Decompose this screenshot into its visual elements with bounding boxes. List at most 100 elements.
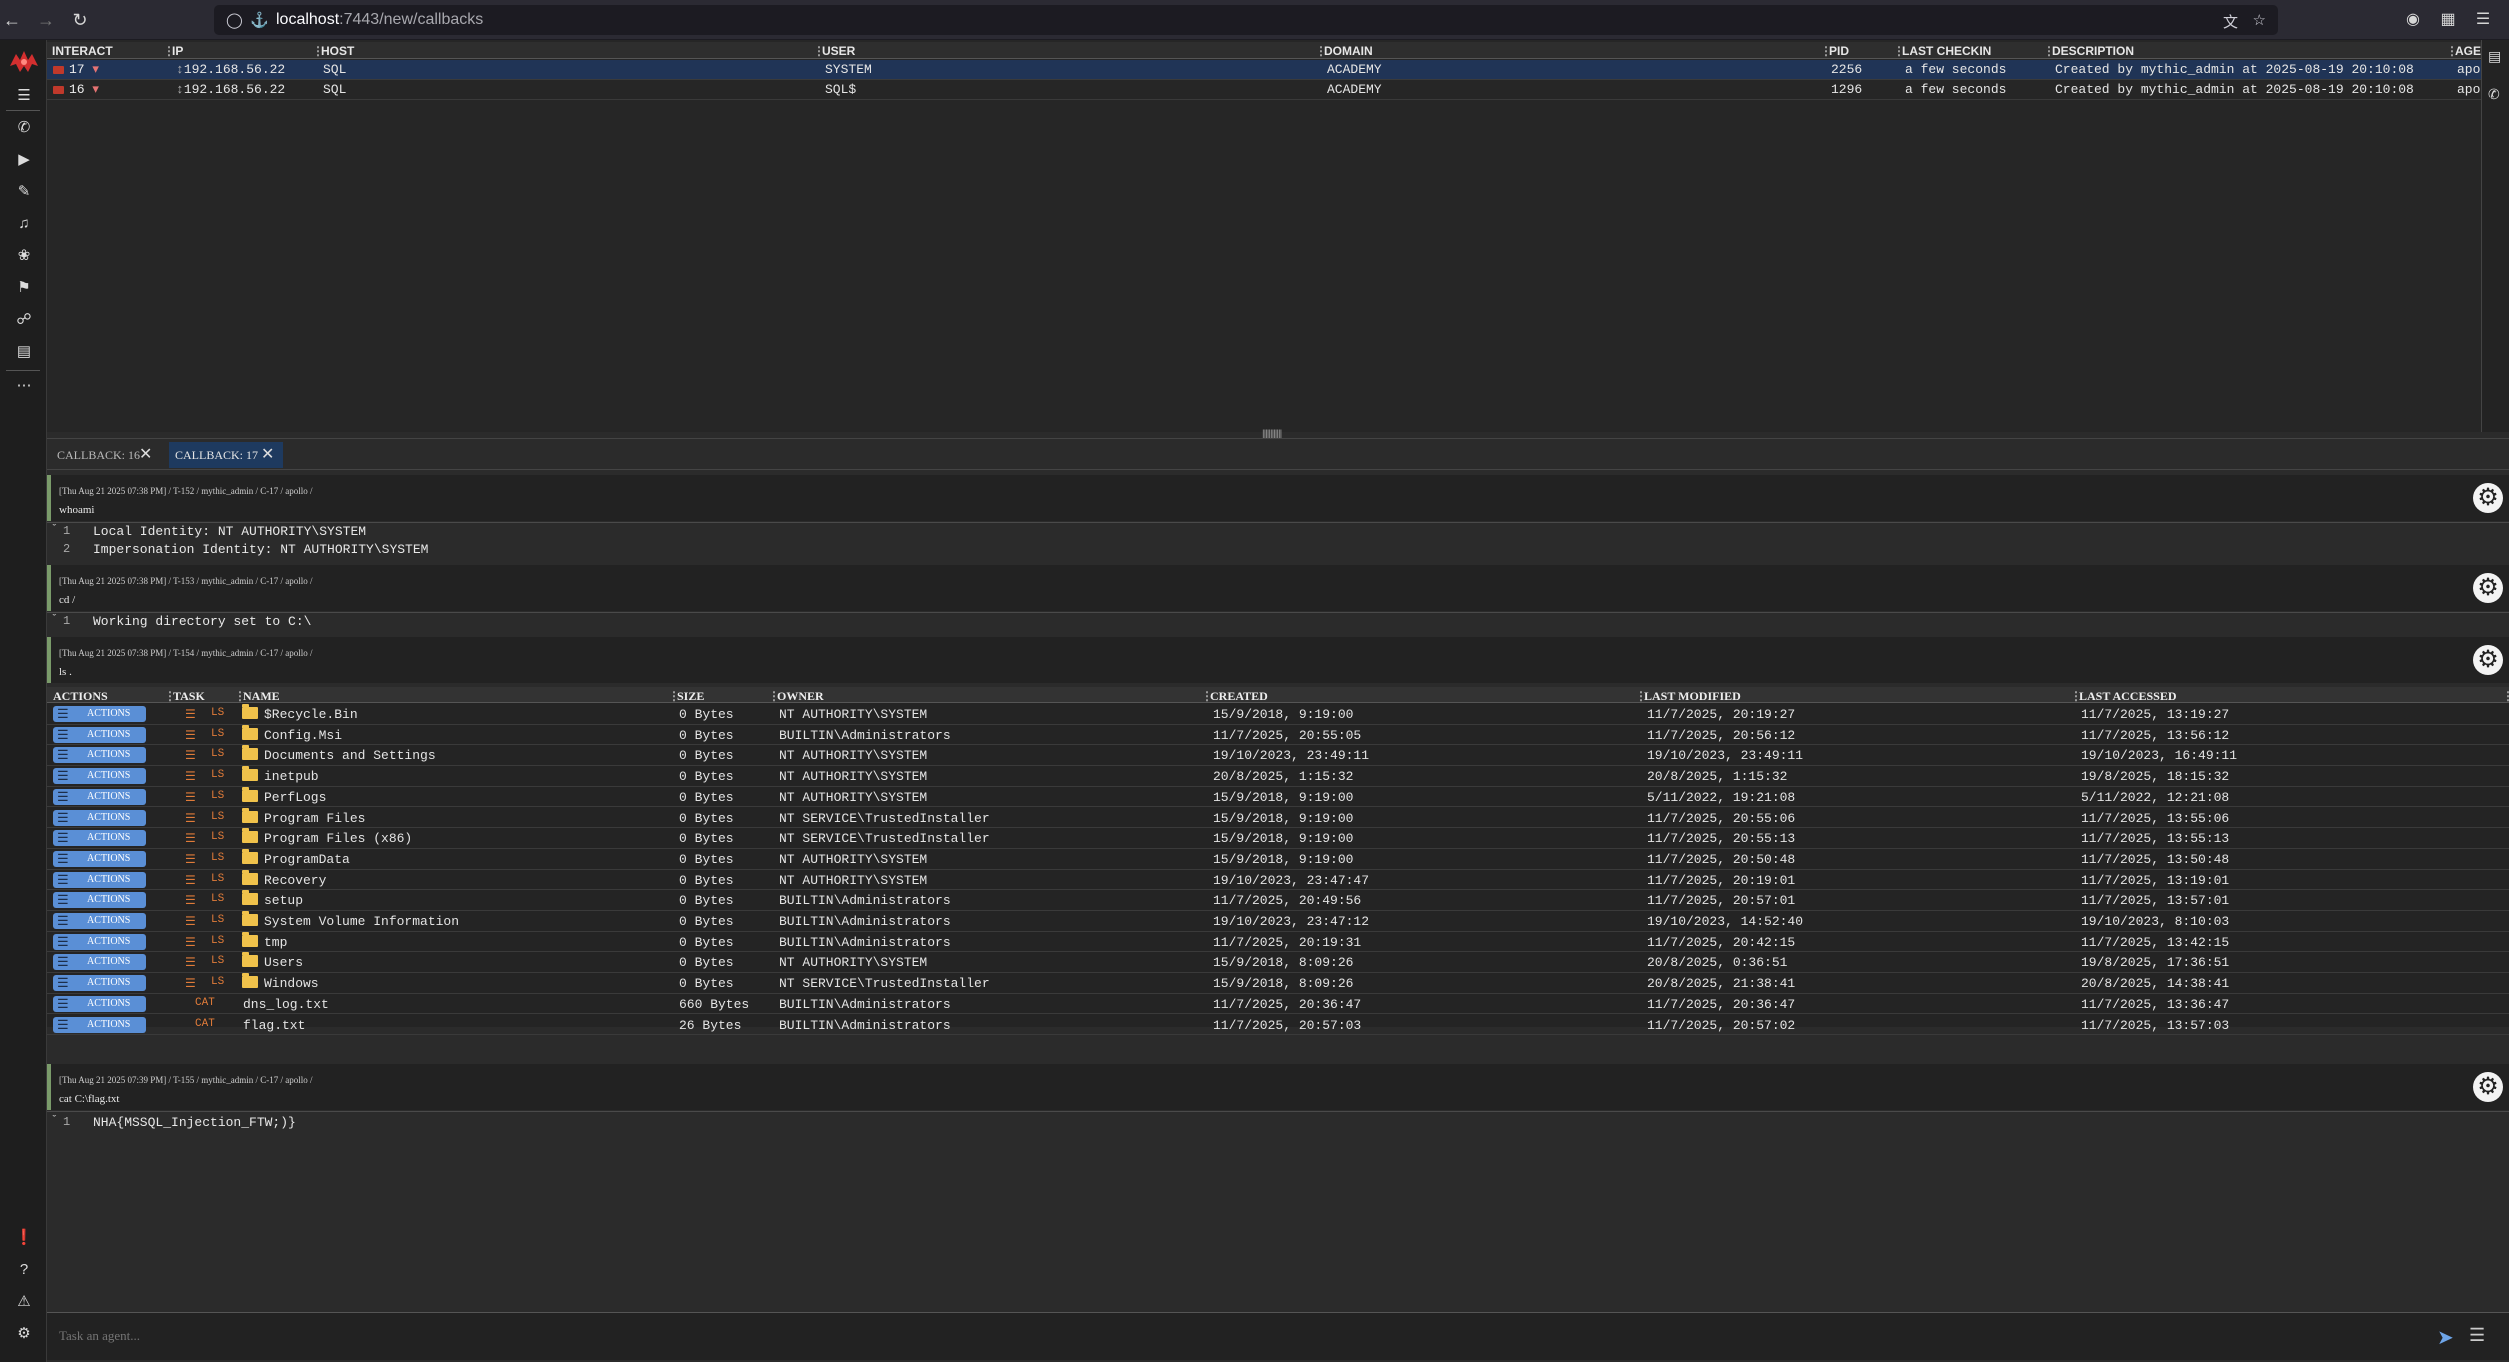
menu-icon[interactable]: ☰ — [2472, 9, 2494, 31]
dropdown-icon[interactable]: ▾ — [92, 62, 99, 77]
col-created[interactable]: CREATED — [1210, 689, 1268, 704]
task-type[interactable]: LS — [211, 873, 224, 885]
chart-icon[interactable]: ▤ — [2488, 48, 2501, 65]
back-icon[interactable]: ← — [0, 8, 24, 32]
file-name[interactable]: ProgramData — [264, 852, 350, 867]
more-icon[interactable]: ⋯ — [14, 376, 34, 396]
tab-callback-16[interactable]: CALLBACK: 16 ✕ — [51, 442, 161, 468]
col-user[interactable]: USER — [822, 44, 855, 58]
file-name[interactable]: PerfLogs — [264, 790, 326, 805]
callback-row[interactable]: 17 ▾ ↕192.168.56.22 SQL SYSTEM ACADEMY 2… — [47, 60, 2509, 80]
file-name[interactable]: Program Files — [264, 811, 365, 826]
file-name[interactable]: System Volume Information — [264, 914, 459, 929]
file-row[interactable]: ☰ ACTIONS CAT flag.txt 26 Bytes BUILTIN\Admin… — [47, 1015, 2509, 1036]
mythic-logo-icon[interactable] — [8, 48, 40, 78]
hamburger-menu-icon[interactable]: ☰ — [14, 86, 34, 106]
col-ip[interactable]: IP — [172, 44, 183, 58]
send-icon[interactable]: ➤ — [2437, 1325, 2454, 1350]
url-text[interactable]: localhost:7443/new/callbacks — [276, 11, 483, 29]
file-name[interactable]: dns_log.txt — [243, 997, 329, 1012]
task-list-icon[interactable]: ☰ — [185, 955, 196, 970]
col-interact[interactable]: INTERACT — [52, 44, 113, 58]
pencil-icon[interactable]: ✎ — [14, 182, 34, 202]
file-row[interactable]: ☰ ACTIONS ☰ LS Users 0 Bytes NT AUTHORITY\SYST… — [47, 952, 2509, 974]
file-row[interactable]: ☰ ACTIONS ☰ LS inetpub 0 Bytes NT AUTHORITY\SY… — [47, 766, 2509, 787]
task-type[interactable]: LS — [211, 811, 224, 823]
task-header[interactable]: [Thu Aug 21 2025 07:38 PM] / T-153 / myt… — [47, 565, 2509, 611]
actions-button[interactable]: ☰ ACTIONS — [53, 975, 146, 992]
dropdown-icon[interactable]: ▾ — [92, 82, 99, 97]
files-icon[interactable]: ▤ — [14, 342, 34, 362]
task-type[interactable]: LS — [211, 955, 224, 967]
task-type[interactable]: LS — [211, 914, 224, 926]
file-name[interactable]: tmp — [264, 935, 287, 950]
file-name[interactable]: inetpub — [264, 769, 319, 784]
task-settings-icon[interactable]: ⚙ — [2473, 645, 2503, 675]
kill-callback-icon[interactable] — [53, 85, 64, 94]
bug-icon[interactable]: ❀ — [14, 246, 34, 266]
actions-button[interactable]: ☰ ACTIONS — [53, 995, 146, 1012]
interact-cell[interactable]: 16 ▾ — [53, 82, 99, 97]
col-name[interactable]: NAME — [243, 689, 280, 704]
file-name[interactable]: Windows — [264, 976, 319, 991]
task-list-icon[interactable]: ☰ — [185, 976, 196, 991]
actions-button[interactable]: ☰ ACTIONS — [53, 830, 146, 847]
actions-button[interactable]: ☰ ACTIONS — [53, 726, 146, 743]
task-type[interactable]: LS — [211, 852, 224, 864]
task-type[interactable]: LS — [211, 748, 224, 760]
file-row[interactable]: ☰ ACTIONS ☰ LS Program Files 0 Bytes NT SERVIC… — [47, 807, 2509, 829]
file-row[interactable]: ☰ ACTIONS ☰ LS $Recycle.Bin 0 Bytes NT AUTHORI… — [47, 704, 2509, 725]
task-list-icon[interactable]: ☰ — [185, 707, 196, 722]
task-header[interactable]: [Thu Aug 21 2025 07:38 PM] / T-154 / myt… — [47, 637, 2509, 683]
headphones-icon[interactable]: ♫ — [14, 214, 34, 234]
file-name[interactable]: Documents and Settings — [264, 748, 436, 763]
actions-button[interactable]: ☰ ACTIONS — [53, 768, 146, 785]
file-name[interactable]: $Recycle.Bin — [264, 707, 358, 722]
feedback-icon[interactable]: ❗ — [14, 1228, 34, 1248]
task-list-icon[interactable]: ☰ — [185, 748, 196, 763]
forward-icon[interactable]: → — [34, 8, 58, 32]
flag-icon[interactable]: ⚑ — [14, 278, 34, 298]
task-list-icon[interactable]: ☰ — [185, 873, 196, 888]
file-row[interactable]: ☰ ACTIONS ☰ LS Config.Msi 0 Bytes BUILTIN\Admi… — [47, 724, 2509, 746]
task-type[interactable]: LS — [211, 769, 224, 781]
help-icon[interactable]: ? — [14, 1260, 34, 1280]
task-list-icon[interactable]: ☰ — [185, 728, 196, 743]
col-last-checkin[interactable]: LAST CHECKIN — [1902, 44, 1991, 58]
bookmark-star-icon[interactable]: ☆ — [2253, 11, 2266, 29]
task-list-icon[interactable]: ☰ — [185, 831, 196, 846]
alert-bell-icon[interactable]: ⚠ — [14, 1292, 34, 1312]
col-pid[interactable]: PID — [1829, 44, 1849, 58]
task-list-icon[interactable]: ☰ — [185, 790, 196, 805]
tab-callback-17[interactable]: CALLBACK: 17 ✕ — [169, 442, 283, 468]
col-host[interactable]: HOST — [321, 44, 354, 58]
task-type[interactable]: LS — [211, 790, 224, 802]
lock-icon[interactable]: ⚓ — [250, 11, 269, 29]
actions-button[interactable]: ☰ ACTIONS — [53, 871, 146, 888]
task-type[interactable]: LS — [211, 831, 224, 843]
kill-callback-icon[interactable] — [53, 65, 64, 74]
task-list-icon[interactable]: ☰ — [185, 769, 196, 784]
col-actions[interactable]: ACTIONS — [53, 689, 108, 704]
reload-icon[interactable]: ↻ — [68, 8, 92, 32]
task-list-icon[interactable]: ☰ — [185, 935, 196, 950]
collapse-icon[interactable]: ˇ — [51, 1115, 58, 1127]
file-row[interactable]: ☰ ACTIONS ☰ LS Program Files (x86) 0 Bytes NT … — [47, 828, 2509, 849]
sort-icon[interactable]: ↕ — [176, 62, 184, 77]
column-resize-icon[interactable]: ⋮ — [2502, 689, 2509, 704]
close-icon[interactable]: ✕ — [261, 442, 274, 468]
interact-cell[interactable]: 17 ▾ — [53, 62, 99, 77]
phone-icon[interactable]: ✆ — [2488, 86, 2500, 103]
col-owner[interactable]: OWNER — [777, 689, 824, 704]
file-row[interactable]: ☰ ACTIONS ☰ LS tmp 0 Bytes BUILTIN\Administrat… — [47, 931, 2509, 953]
task-settings-icon[interactable]: ⚙ — [2473, 573, 2503, 603]
task-type[interactable]: LS — [211, 893, 224, 905]
task-input[interactable] — [59, 1328, 2409, 1344]
task-header[interactable]: [Thu Aug 21 2025 07:38 PM] / T-152 / myt… — [47, 475, 2509, 521]
task-type[interactable]: CAT — [195, 997, 215, 1009]
link-icon[interactable]: ☍ — [14, 310, 34, 330]
task-settings-icon[interactable]: ⚙ — [2473, 483, 2503, 513]
extensions-icon[interactable]: ▦ — [2437, 9, 2459, 31]
task-type[interactable]: LS — [211, 935, 224, 947]
task-header[interactable]: [Thu Aug 21 2025 07:39 PM] / T-155 / myt… — [47, 1064, 2509, 1110]
